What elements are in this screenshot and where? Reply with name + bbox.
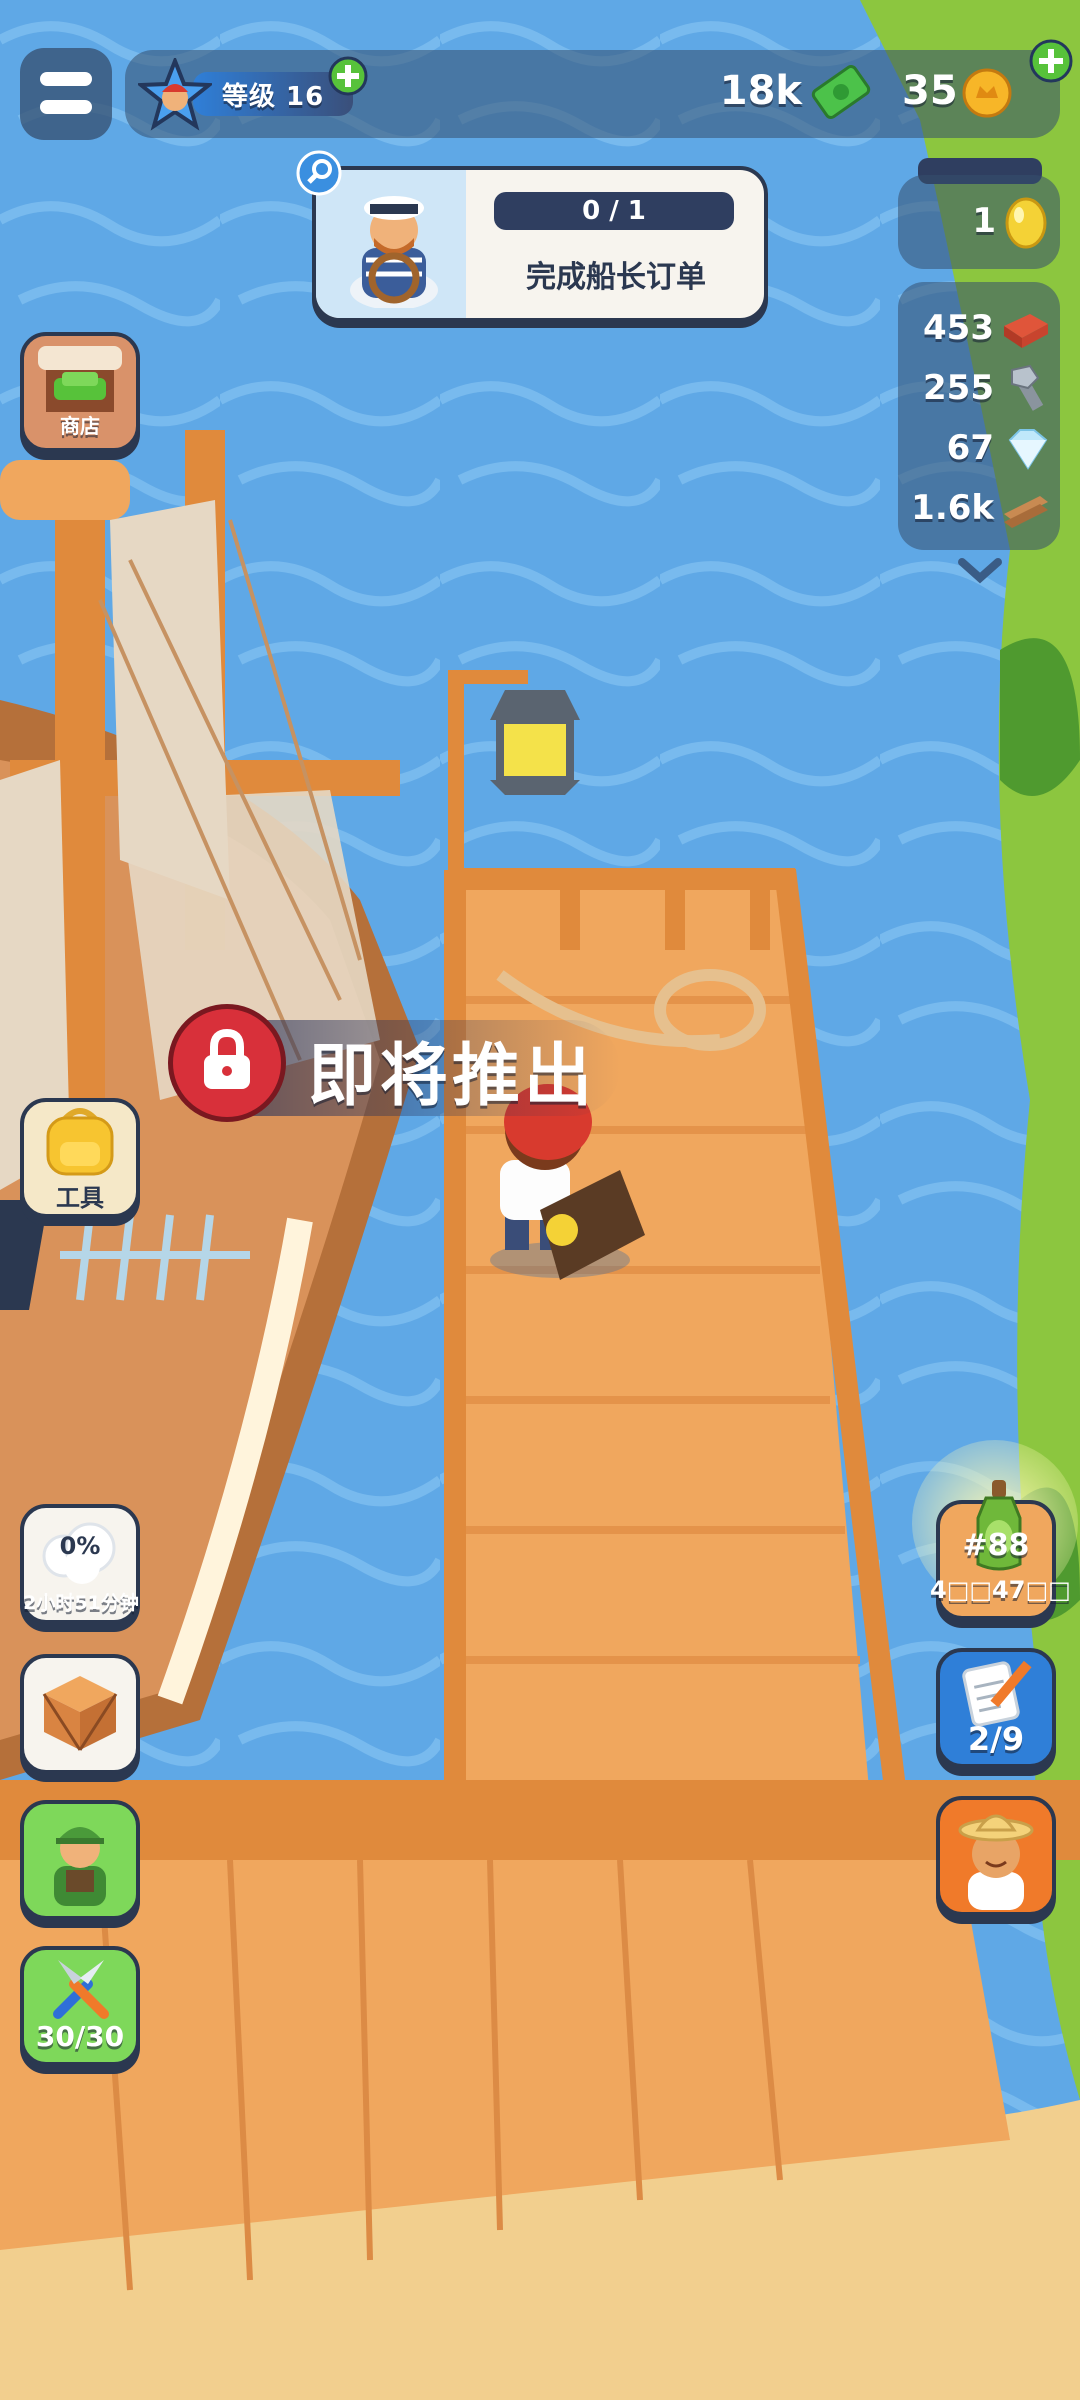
- order-number: #88: [962, 1528, 1030, 1563]
- captain-portrait-icon: [350, 196, 438, 308]
- shop-stall-icon: [38, 346, 122, 412]
- egg-panel[interactable]: 1: [898, 175, 1060, 269]
- tasks-button[interactable]: 2/9: [936, 1648, 1056, 1768]
- captain-order-quest-card[interactable]: 0 / 1 完成船长订单: [312, 166, 768, 322]
- expand-chevron-down-icon[interactable]: [956, 556, 1004, 586]
- energy-count: 30/30: [35, 2020, 125, 2053]
- coin-icon: [962, 68, 1012, 118]
- coming-soon-text: 即将推出: [308, 1037, 597, 1116]
- diamond-icon: [1008, 429, 1048, 470]
- tools-label: 工具: [56, 1184, 104, 1212]
- gems-count: 67: [946, 428, 994, 468]
- gems-row: 67: [898, 420, 1058, 476]
- cash-amount: 18k: [719, 68, 802, 114]
- lantern: [490, 690, 580, 795]
- menu-button[interactable]: [20, 48, 112, 140]
- level-badge[interactable]: 等级 16: [138, 56, 368, 131]
- add-currency-plus-icon[interactable]: [1028, 38, 1074, 84]
- avatar-star-icon: [138, 58, 212, 131]
- lock-badge: [168, 1004, 286, 1122]
- order-timer: 4□□47□□: [930, 1576, 1071, 1604]
- planks-count: 1.6k: [911, 488, 994, 528]
- quest-title: 完成船长订单: [526, 260, 706, 295]
- yellow-backpack-icon: [46, 1108, 114, 1176]
- lock-icon: [204, 1029, 250, 1089]
- bolt-icon: [1011, 364, 1044, 411]
- cotton-percent: 0%: [59, 1532, 101, 1560]
- quest-progress-bar: 0 / 1: [494, 192, 734, 230]
- visitor-portrait-icon: [958, 1814, 1034, 1910]
- brick-icon: [1004, 314, 1048, 348]
- golden-egg-icon: [1005, 197, 1047, 249]
- visitor-button[interactable]: [936, 1796, 1056, 1916]
- farmer-worker-icon: [54, 1827, 106, 1906]
- quest-progress-text: 0 / 1: [582, 196, 646, 226]
- wooden-crate-icon: [42, 1676, 118, 1751]
- crate-button[interactable]: [20, 1654, 140, 1774]
- worker-button[interactable]: [20, 1800, 140, 1920]
- shears-icon: [53, 1960, 109, 2019]
- clipboard-pencil-icon: [962, 1660, 1032, 1726]
- planks-row: 1.6k: [898, 480, 1058, 536]
- plank-icon: [1004, 496, 1048, 528]
- shop-button[interactable]: 商店: [20, 332, 140, 452]
- materials-panel[interactable]: 453 255 67 1.6k: [898, 282, 1060, 550]
- tools-button[interactable]: 工具: [20, 1098, 140, 1218]
- bricks-row: 453: [898, 300, 1058, 356]
- hamburger-icon: [40, 72, 92, 116]
- coin-amount: 35: [902, 68, 958, 114]
- egg-count: 1: [972, 201, 996, 241]
- quest-search-icon[interactable]: [296, 150, 342, 196]
- cotton-timer: 2小时51分钟: [23, 1592, 139, 1614]
- bricks-count: 453: [923, 308, 994, 348]
- pruning-shears-button[interactable]: 30/30: [20, 1946, 140, 2066]
- bolts-count: 255: [923, 368, 994, 408]
- level-label: 等级 16: [222, 82, 325, 112]
- shop-label: 商店: [60, 414, 100, 438]
- level-plus-icon[interactable]: [328, 56, 368, 96]
- bolts-row: 255: [898, 360, 1058, 416]
- cash-icon: [811, 65, 871, 119]
- tasks-count: 2/9: [967, 1720, 1025, 1758]
